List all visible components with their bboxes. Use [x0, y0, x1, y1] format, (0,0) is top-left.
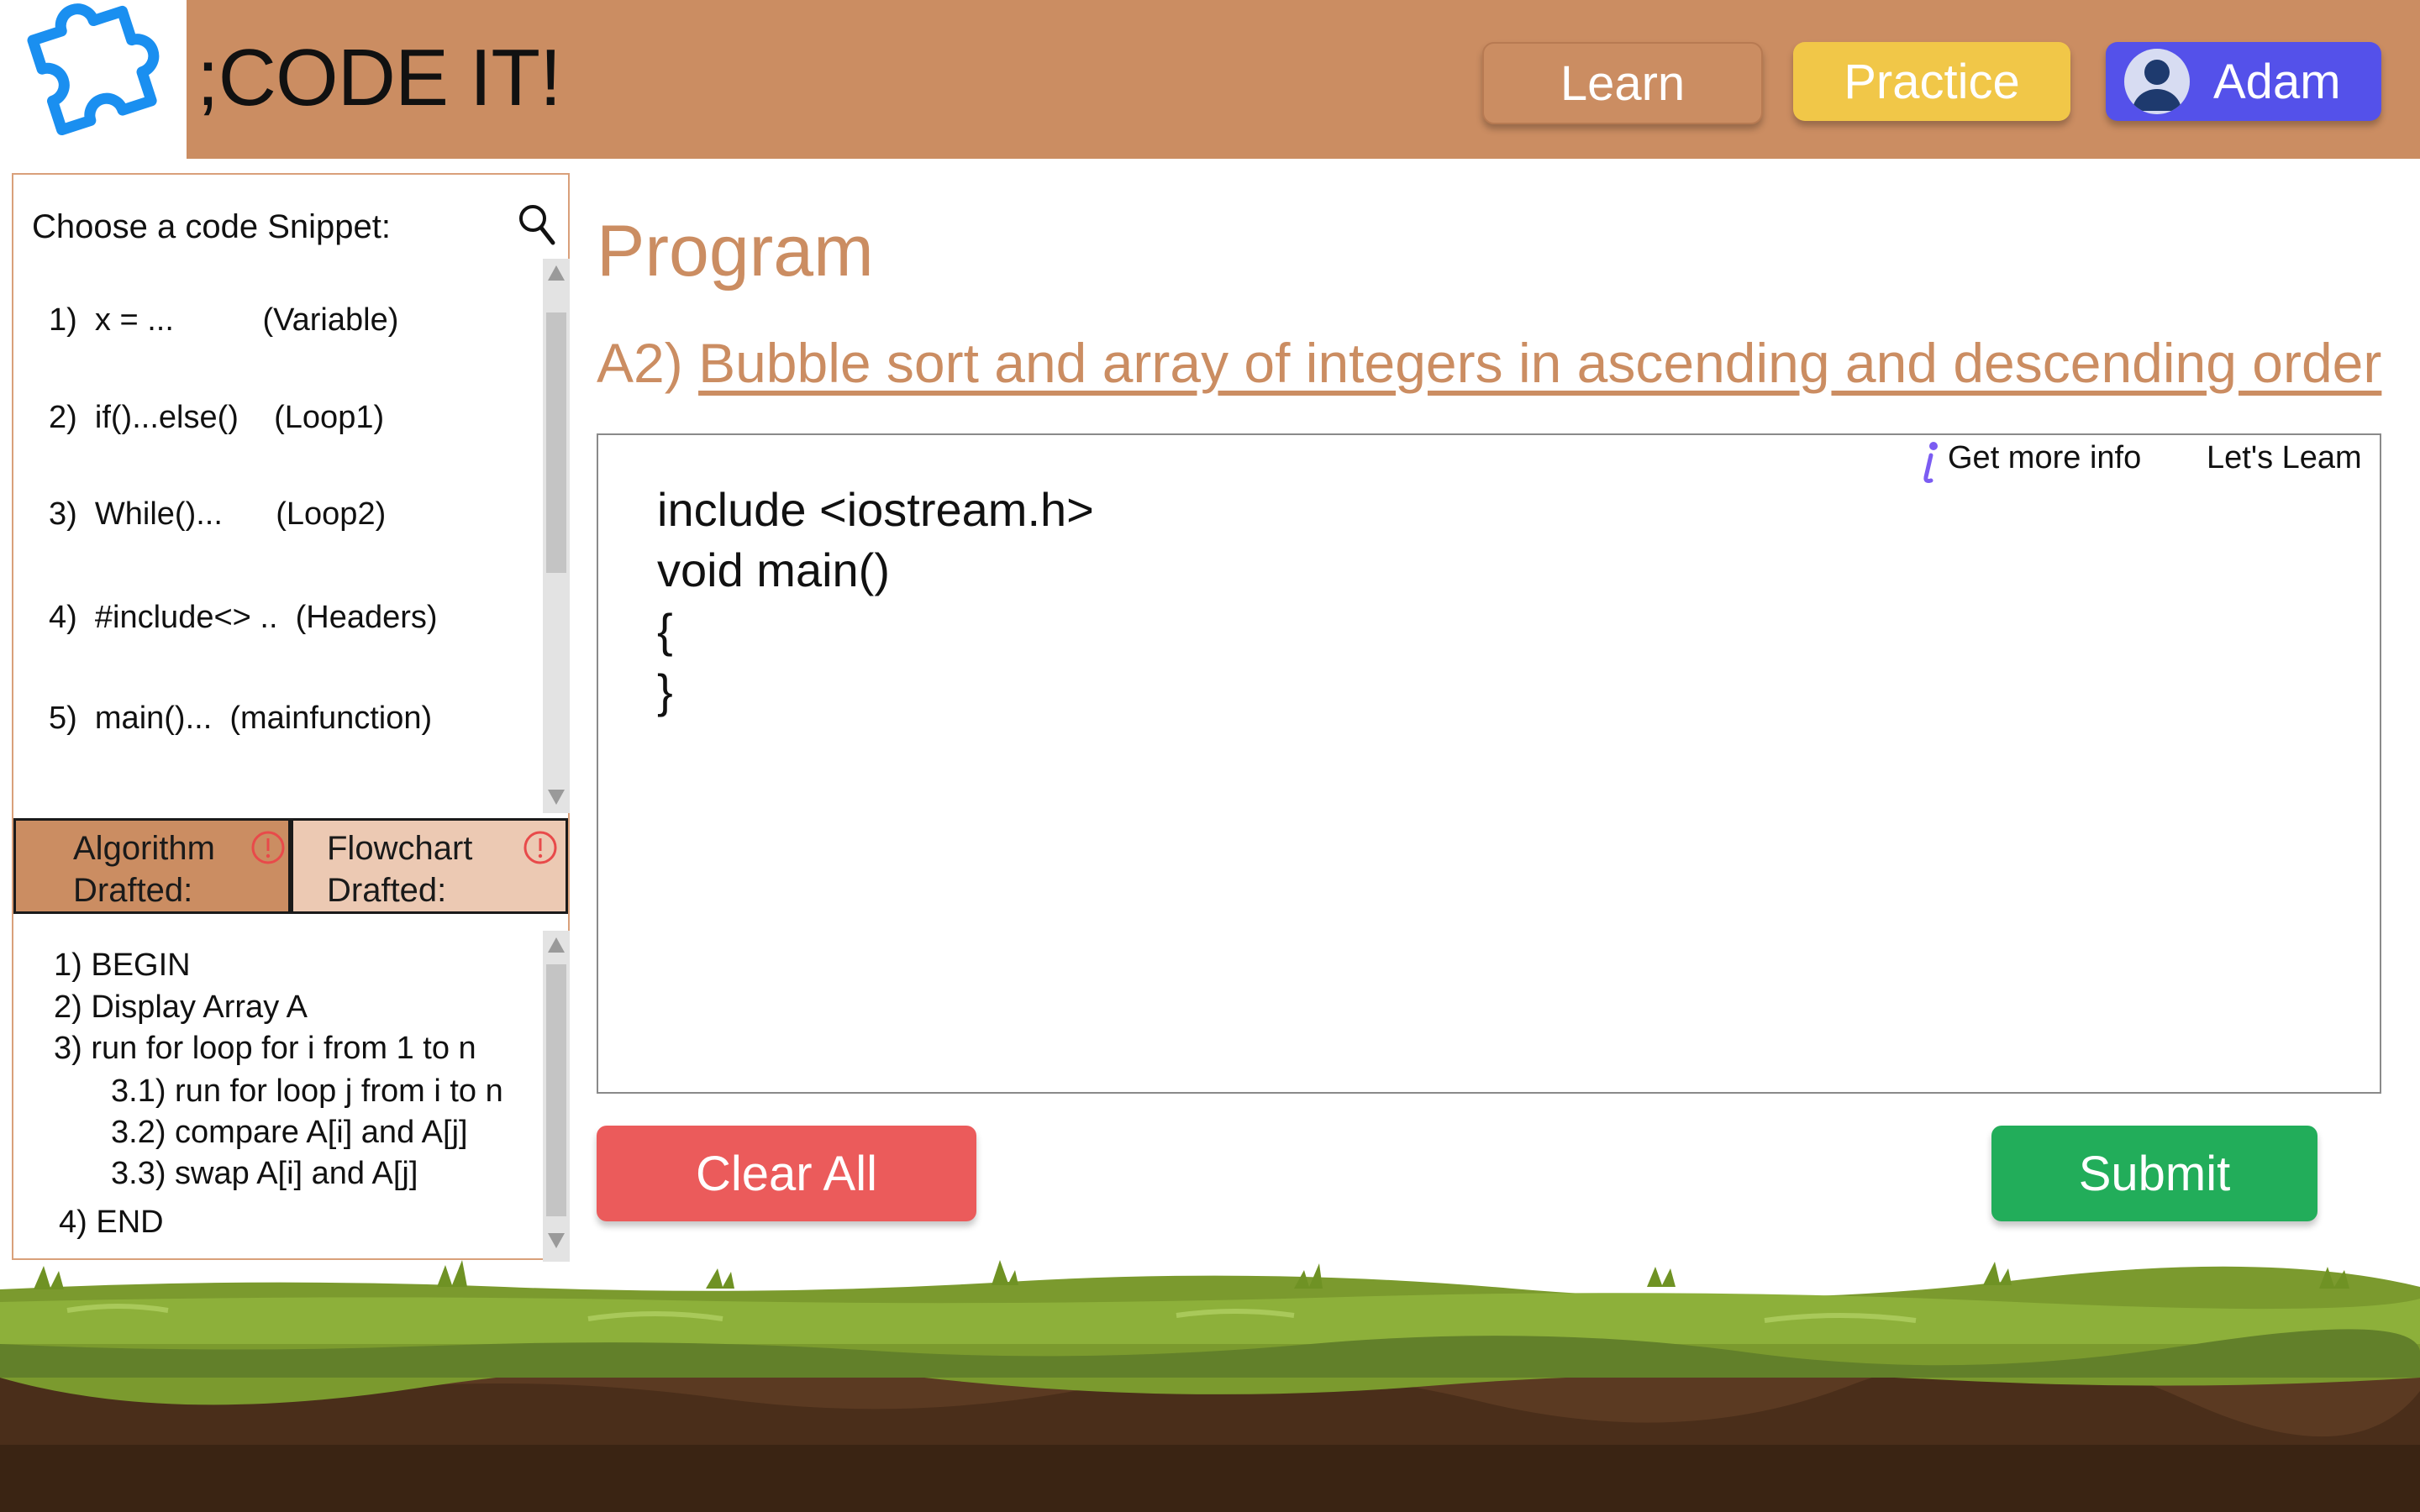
algorithm-scrollbar[interactable] — [543, 931, 570, 1262]
lets-learn-link[interactable]: Let's Leam — [2207, 440, 2362, 476]
code-line: void main() — [657, 543, 890, 596]
algorithm-line: 4) END — [59, 1205, 164, 1240]
info-icon[interactable] — [1921, 438, 1941, 486]
exclamation-circle-icon — [523, 831, 557, 864]
code-editor[interactable]: Get more info Let's Leam include <iostre… — [597, 433, 2381, 1094]
scroll-down-arrow-icon[interactable] — [546, 1230, 566, 1252]
puzzle-piece-icon — [27, 3, 160, 136]
code-line: { — [657, 604, 673, 657]
algorithm-line: 3.1) run for loop j from i to n — [111, 1074, 503, 1109]
submit-button[interactable]: Submit — [1991, 1126, 2317, 1221]
snippet-scroll-thumb[interactable] — [546, 312, 566, 573]
snippet-panel: Choose a code Snippet: 1) x = ... (Varia… — [12, 173, 570, 1262]
code-line: include <iostream.h> — [657, 483, 1094, 536]
code-line: } — [657, 664, 673, 717]
scroll-up-arrow-icon[interactable] — [546, 934, 566, 956]
task-number: A2) — [597, 332, 683, 394]
user-name: Adam — [2213, 54, 2341, 109]
scroll-down-arrow-icon[interactable] — [546, 786, 566, 808]
top-header: ;CODE IT! Learn Practice Adam — [0, 0, 2420, 159]
snippet-item-loop2[interactable]: 3) While()... (Loop2) — [49, 496, 386, 533]
snippet-item-loop1[interactable]: 2) if()...else() (Loop1) — [49, 400, 384, 436]
user-avatar-icon — [2124, 49, 2190, 114]
grass-ground-decoration — [0, 1260, 2420, 1512]
scroll-up-arrow-icon[interactable] — [546, 262, 566, 284]
snippet-item-variable[interactable]: 1) x = ... (Variable) — [49, 302, 398, 339]
algorithm-drafted-tab[interactable]: Algorithm Drafted: — [13, 818, 291, 914]
snippet-item-mainfunction[interactable]: 5) main()... (mainfunction) — [49, 701, 432, 737]
logo[interactable] — [0, 0, 187, 159]
flowchart-drafted-tab[interactable]: Flowchart Drafted: — [291, 818, 568, 914]
page-title: Program — [597, 211, 874, 291]
algorithm-tab-sublabel: Drafted: — [73, 872, 193, 909]
algorithm-line: 3.2) compare A[i] and A[j] — [111, 1115, 468, 1150]
flowchart-tab-sublabel: Drafted: — [327, 872, 447, 909]
exclamation-circle-icon — [251, 831, 285, 864]
algorithm-scroll-thumb[interactable] — [546, 964, 566, 1216]
user-profile-button[interactable]: Adam — [2106, 42, 2381, 121]
algorithm-line: 2) Display Array A — [54, 990, 308, 1025]
snippet-scrollbar[interactable] — [543, 259, 570, 813]
app-brand-title: ;CODE IT! — [197, 33, 562, 123]
practice-nav-button[interactable]: Practice — [1793, 42, 2070, 121]
search-icon[interactable] — [518, 203, 556, 247]
task-heading: A2) Bubble sort and array of integers in… — [597, 331, 2381, 395]
task-title-link[interactable]: Bubble sort and array of integers in asc… — [698, 332, 2381, 394]
algorithm-line: 3) run for loop for i from 1 to n — [54, 1031, 476, 1066]
snippet-item-headers[interactable]: 4) #include<> .. (Headers) — [49, 600, 438, 636]
algorithm-line: 1) BEGIN — [54, 948, 191, 983]
learn-nav-button[interactable]: Learn — [1482, 42, 1763, 124]
snippet-panel-title: Choose a code Snippet: — [32, 208, 391, 245]
algorithm-line: 3.3) swap A[i] and A[j] — [111, 1156, 418, 1191]
clear-all-button[interactable]: Clear All — [597, 1126, 976, 1221]
get-more-info-link[interactable]: Get more info — [1948, 440, 2141, 476]
